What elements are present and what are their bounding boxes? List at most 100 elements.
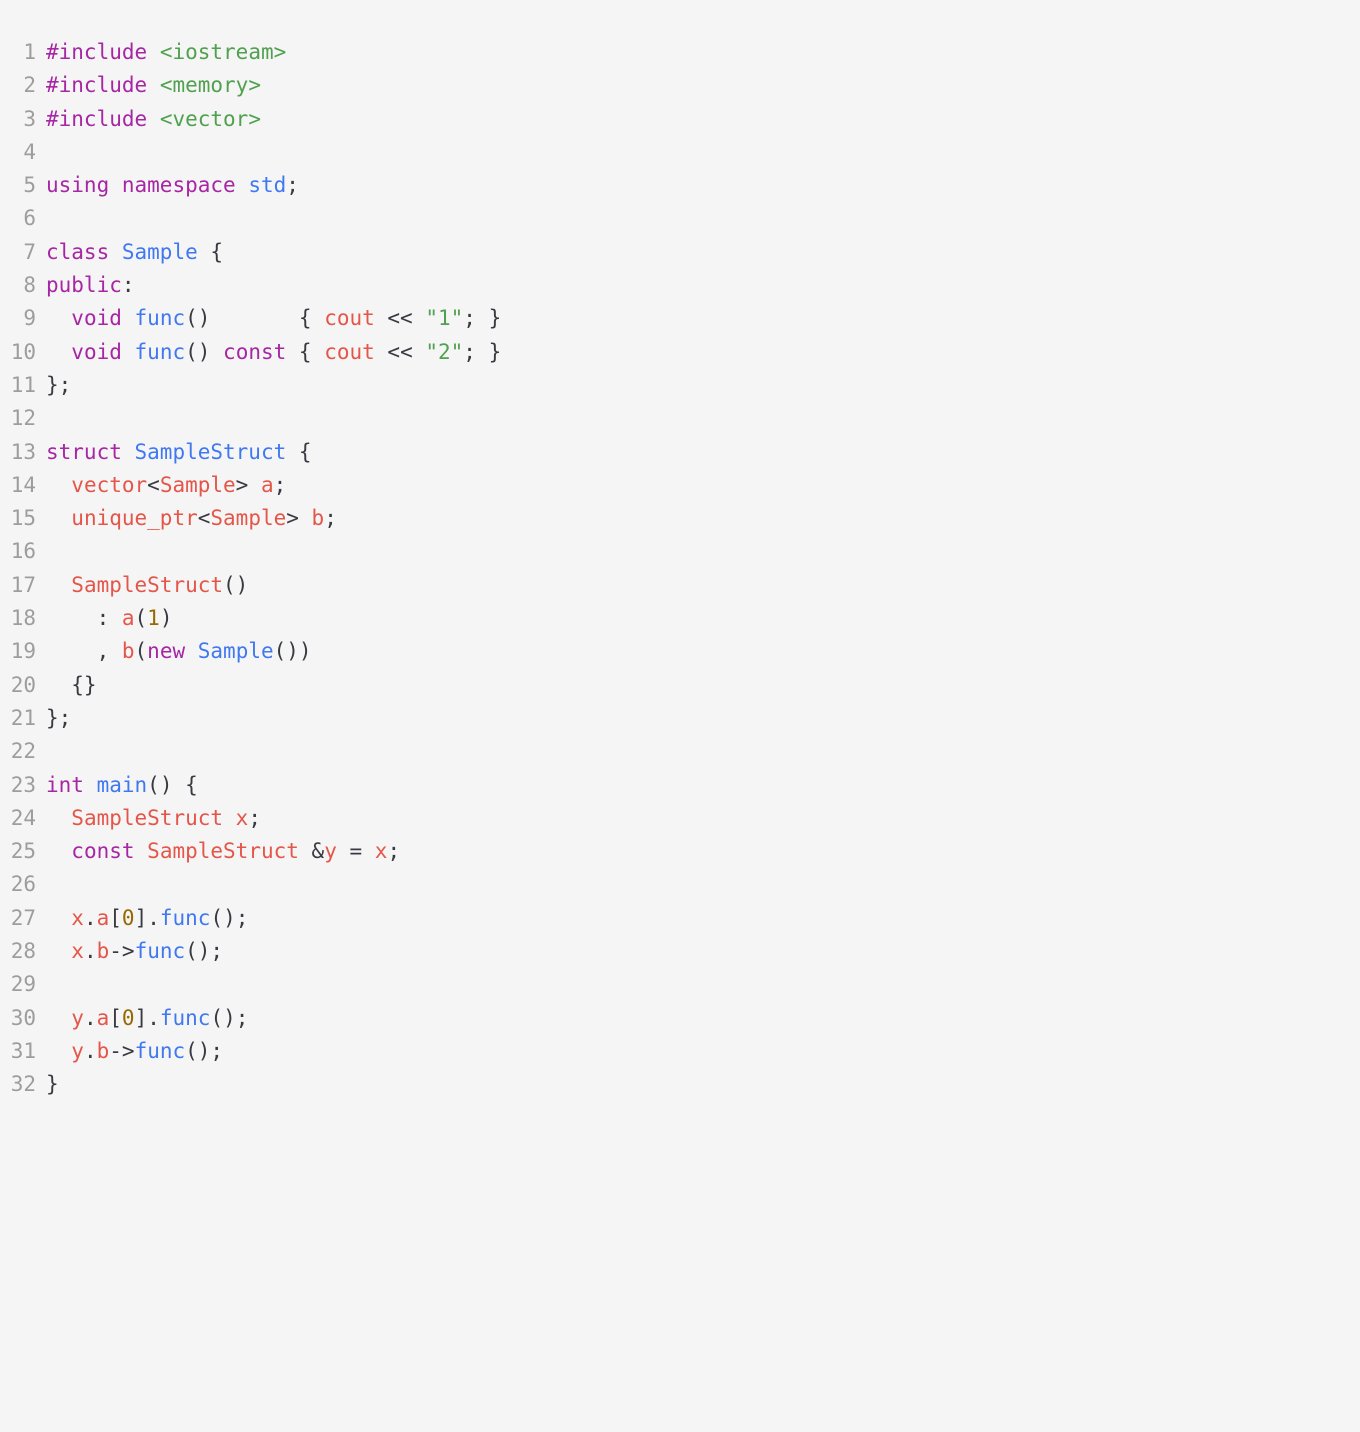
code-content: #include <iostream> <box>46 36 1360 69</box>
line-number: 20 <box>0 669 46 702</box>
token-kw: #include <box>46 40 147 64</box>
code-line: 9 void func() { cout << "1"; } <box>0 302 1360 335</box>
code-content: SampleStruct x; <box>46 802 1360 835</box>
token-var: b <box>312 506 325 530</box>
line-number: 21 <box>0 702 46 735</box>
token-var: x <box>71 939 84 963</box>
token-pun: ; } <box>463 340 501 364</box>
token-str: <iostream> <box>160 40 286 64</box>
code-line: 13struct SampleStruct { <box>0 436 1360 469</box>
token-pun <box>147 73 160 97</box>
token-pun: (); <box>210 906 248 930</box>
code-line: 3#include <vector> <box>0 103 1360 136</box>
token-kw: struct <box>46 440 122 464</box>
token-pun: . <box>84 1039 97 1063</box>
token-cls: Sample <box>198 639 274 663</box>
line-number: 28 <box>0 935 46 968</box>
token-pun <box>135 839 148 863</box>
token-num: 0 <box>122 1006 135 1030</box>
code-content: SampleStruct() <box>46 569 1360 602</box>
line-number: 22 <box>0 735 46 768</box>
token-var: y <box>71 1006 84 1030</box>
token-pun: { <box>198 240 223 264</box>
token-var: b <box>122 639 135 663</box>
code-content <box>46 968 1360 1001</box>
line-number: 27 <box>0 902 46 935</box>
token-var: y <box>324 839 337 863</box>
line-number: 18 <box>0 602 46 635</box>
code-line: 30 y.a[0].func(); <box>0 1002 1360 1035</box>
code-line: 4 <box>0 136 1360 169</box>
token-str: "2" <box>425 340 463 364</box>
token-pun: < <box>147 473 160 497</box>
code-content: : a(1) <box>46 602 1360 635</box>
code-line: 21}; <box>0 702 1360 735</box>
token-pun <box>46 506 71 530</box>
token-pun: . <box>84 906 97 930</box>
token-pun: > <box>236 473 261 497</box>
code-line: 7class Sample { <box>0 236 1360 269</box>
code-content: x.b->func(); <box>46 935 1360 968</box>
token-pun: ; <box>387 839 400 863</box>
code-line: 2#include <memory> <box>0 69 1360 102</box>
token-kw: void <box>71 306 122 330</box>
token-kw: int <box>46 773 84 797</box>
code-content: unique_ptr<Sample> b; <box>46 502 1360 535</box>
token-pun: () { <box>147 773 198 797</box>
token-pun: : <box>122 273 135 297</box>
line-number: 5 <box>0 169 46 202</box>
token-pun: ( <box>135 606 148 630</box>
token-kw: namespace <box>122 173 236 197</box>
token-pun <box>46 906 71 930</box>
token-num: 0 <box>122 906 135 930</box>
token-pun <box>46 939 71 963</box>
code-line: 5using namespace std; <box>0 169 1360 202</box>
code-content: }; <box>46 702 1360 735</box>
token-var: Sample <box>210 506 286 530</box>
code-line: 29 <box>0 968 1360 1001</box>
token-pun: ]. <box>135 906 160 930</box>
token-pun: . <box>84 939 97 963</box>
code-line: 24 SampleStruct x; <box>0 802 1360 835</box>
token-pun <box>46 573 71 597</box>
token-pun: ]. <box>135 1006 160 1030</box>
token-num: 1 <box>147 606 160 630</box>
line-number: 11 <box>0 369 46 402</box>
line-number: 23 <box>0 769 46 802</box>
token-str: "1" <box>425 306 463 330</box>
token-pun: << <box>375 340 426 364</box>
token-pun <box>185 639 198 663</box>
line-number: 3 <box>0 103 46 136</box>
token-kw: public <box>46 273 122 297</box>
token-pun <box>147 40 160 64</box>
token-var: SampleStruct <box>71 573 223 597</box>
code-line: 18 : a(1) <box>0 602 1360 635</box>
line-number: 7 <box>0 236 46 269</box>
line-number: 1 <box>0 36 46 69</box>
code-line: 11}; <box>0 369 1360 402</box>
token-pun <box>122 440 135 464</box>
code-content: {} <box>46 669 1360 702</box>
code-content <box>46 735 1360 768</box>
code-content: class Sample { <box>46 236 1360 269</box>
token-var: x <box>375 839 388 863</box>
token-pun <box>46 1006 71 1030</box>
token-pun: & <box>299 839 324 863</box>
token-pun <box>223 806 236 830</box>
code-content: using namespace std; <box>46 169 1360 202</box>
token-pun: -> <box>109 939 134 963</box>
code-content: #include <vector> <box>46 103 1360 136</box>
line-number: 25 <box>0 835 46 868</box>
token-pun: [ <box>109 1006 122 1030</box>
token-cls: std <box>248 173 286 197</box>
code-content: void func() { cout << "1"; } <box>46 302 1360 335</box>
line-number: 12 <box>0 402 46 435</box>
code-content <box>46 202 1360 235</box>
code-content: const SampleStruct &y = x; <box>46 835 1360 868</box>
token-var: b <box>97 1039 110 1063</box>
token-pun <box>46 806 71 830</box>
token-var: a <box>261 473 274 497</box>
token-fn: func <box>135 340 186 364</box>
token-pun <box>46 473 71 497</box>
token-var: x <box>236 806 249 830</box>
